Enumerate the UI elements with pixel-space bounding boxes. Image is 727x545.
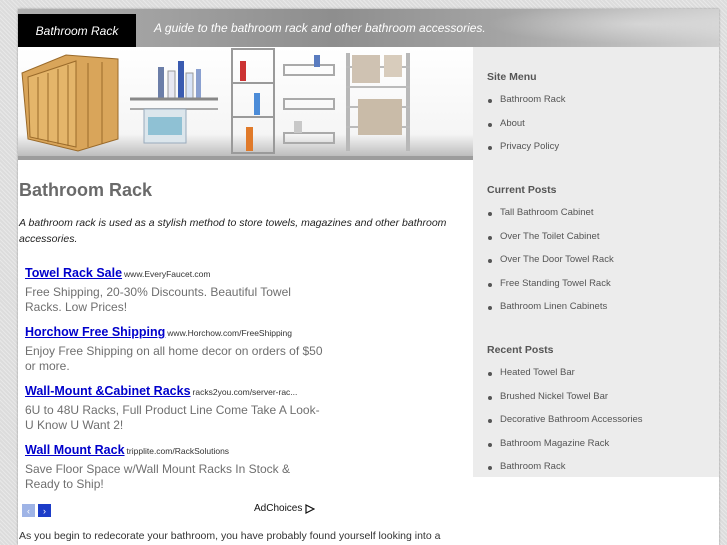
ad-description: Enjoy Free Shipping on all home decor on… [25, 344, 323, 373]
header-decoration [459, 9, 719, 47]
site-menu-item[interactable]: Privacy Policy [487, 141, 565, 165]
page-frame: Bathroom Rack A guide to the bathroom ra… [18, 9, 719, 545]
site-menu-heading: Site Menu [487, 71, 537, 83]
towel-shelf-image [130, 61, 218, 144]
ad-title-link[interactable]: Towel Rack Sale [25, 266, 122, 280]
site-menu-item[interactable]: Bathroom Rack [487, 94, 565, 118]
ad-title-link[interactable]: Wall Mount Rack [25, 443, 125, 457]
ad-url[interactable]: www.EveryFaucet.com [124, 269, 210, 279]
chevron-right-icon: › [43, 505, 46, 516]
site-menu-item[interactable]: About [487, 118, 565, 142]
recent-posts-list: Heated Towel Bar Brushed Nickel Towel Ba… [487, 367, 643, 485]
site-title-link[interactable]: Bathroom Rack [18, 14, 136, 47]
ad-url[interactable]: www.Horchow.com/FreeShipping [167, 328, 292, 338]
adchoices-label: AdChoices [254, 503, 303, 514]
ad-description: Save Floor Space w/Wall Mount Racks In S… [25, 462, 290, 491]
current-post-item[interactable]: Over The Toilet Cabinet [487, 231, 614, 255]
ad-unit: Wall-Mount &Cabinet Racks racks2you.com/s… [25, 382, 325, 433]
ad-next-button[interactable]: › [38, 504, 51, 517]
current-posts-heading: Current Posts [487, 184, 557, 196]
heated-towel-rail-image [346, 53, 410, 151]
adchoices-link[interactable]: AdChoices [254, 503, 316, 514]
article-body-text: As you begin to redecorate your bathroom… [19, 530, 441, 542]
recent-post-item[interactable]: Bathroom Magazine Rack [487, 438, 643, 462]
current-post-item[interactable]: Over The Door Towel Rack [487, 254, 614, 278]
intro-text: A bathroom rack is used as a stylish met… [19, 217, 447, 245]
ad-unit: Horchow Free Shipping www.Horchow.com/Fre… [25, 323, 325, 374]
site-header: Bathroom Rack A guide to the bathroom ra… [18, 9, 719, 47]
recent-post-item[interactable]: Brushed Nickel Towel Bar [487, 391, 643, 415]
recent-post-item[interactable]: Heated Towel Bar [487, 367, 643, 391]
ad-description: Free Shipping, 20-30% Discounts. Beautif… [25, 285, 291, 314]
ad-navigation: ‹ › [22, 504, 51, 517]
sidebar: Site Menu Bathroom Rack About Privacy Po… [473, 47, 719, 477]
header-banner-image [18, 47, 473, 160]
wooden-rack-image [21, 54, 119, 152]
page-title: Bathroom Rack [19, 180, 153, 200]
ad-previous-button[interactable]: ‹ [22, 504, 35, 517]
ad-url[interactable]: racks2you.com/server-rac... [193, 387, 298, 397]
ad-unit: Towel Rack Sale www.EveryFaucet.com Free … [25, 264, 325, 315]
recent-post-item[interactable]: Decorative Bathroom Accessories [487, 414, 643, 438]
chevron-left-icon: ‹ [27, 505, 30, 516]
ad-description: 6U to 48U Racks, Full Product Line Come … [25, 403, 320, 432]
recent-posts-heading: Recent Posts [487, 344, 554, 356]
shower-caddy-image [231, 48, 275, 154]
site-menu-list: Bathroom Rack About Privacy Policy [487, 94, 565, 165]
bathroom-products-illustration [21, 48, 410, 154]
current-post-item[interactable]: Bathroom Linen Cabinets [487, 301, 614, 325]
adchoices-icon [305, 503, 316, 514]
ad-url[interactable]: tripplite.com/RackSolutions [127, 446, 230, 456]
ad-title-link[interactable]: Wall-Mount &Cabinet Racks [25, 384, 191, 398]
site-tagline: A guide to the bathroom rack and other b… [154, 21, 486, 35]
ad-title-link[interactable]: Horchow Free Shipping [25, 325, 165, 339]
ad-unit: Wall Mount Rack tripplite.com/RackSolutio… [25, 441, 325, 492]
corner-shelf-image [283, 55, 335, 144]
current-post-item[interactable]: Tall Bathroom Cabinet [487, 207, 614, 231]
current-posts-list: Tall Bathroom Cabinet Over The Toilet Ca… [487, 207, 614, 325]
recent-post-item[interactable]: Bathroom Rack [487, 461, 643, 485]
current-post-item[interactable]: Free Standing Towel Rack [487, 278, 614, 302]
